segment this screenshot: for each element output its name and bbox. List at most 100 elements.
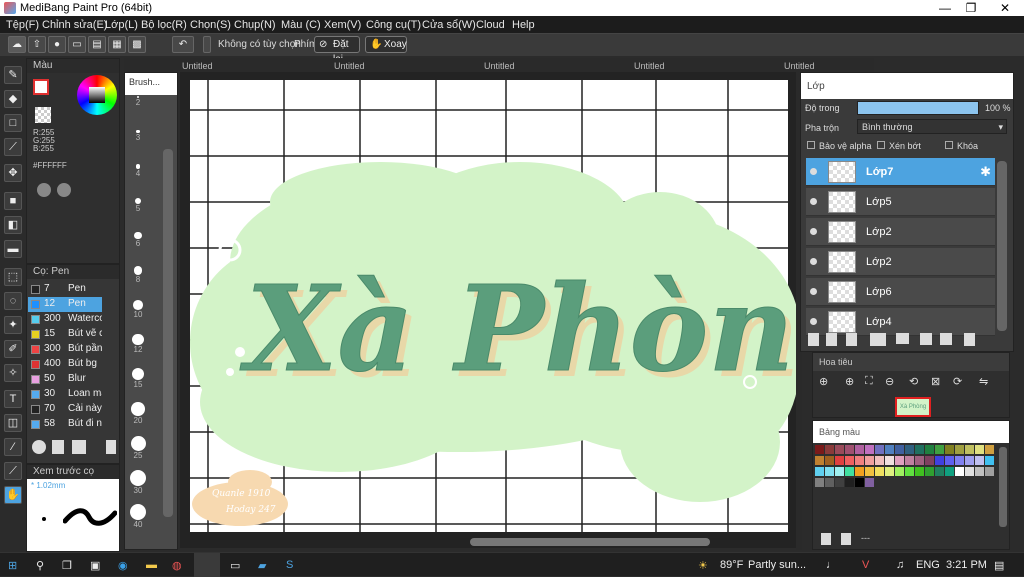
select-eraser-icon[interactable]: ✧ <box>4 364 22 382</box>
visibility-icon[interactable] <box>810 318 817 325</box>
panel-tool-icon[interactable]: ◫ <box>4 414 22 432</box>
tiles-icon[interactable]: ▩ <box>128 36 146 53</box>
maximize-button[interactable]: ❐ <box>956 0 986 16</box>
palette-swatch[interactable] <box>925 467 934 476</box>
volume-icon[interactable]: ♫ <box>896 559 904 571</box>
canvas-drawing[interactable]: Xà Phòng Xà Phòng Quanle 1910 Hoday 247 <box>180 72 800 548</box>
palette-swatch[interactable] <box>945 467 954 476</box>
zoom-in-icon[interactable]: ⊕ <box>819 375 828 388</box>
palette-swatch[interactable] <box>905 445 914 454</box>
menu-cloud[interactable]: Cloud <box>476 19 505 31</box>
opacity-slider[interactable] <box>857 101 979 115</box>
palette-swatch[interactable] <box>825 478 834 487</box>
palette-swatch[interactable] <box>915 467 924 476</box>
edge-icon[interactable]: ◉ <box>118 559 128 572</box>
palette-swatch[interactable] <box>965 456 974 465</box>
rotate-button[interactable]: ✋ Xoay <box>365 36 407 53</box>
palette-swatch[interactable] <box>905 456 914 465</box>
palette-scrollbar[interactable] <box>999 447 1007 527</box>
layer-add-menu-icon[interactable] <box>870 333 886 346</box>
grid-icon[interactable]: ▦ <box>108 36 126 53</box>
blend-mode-select[interactable]: Bình thường ▾ <box>857 119 1007 134</box>
reset-button[interactable]: ⊘Đặt lại <box>314 36 360 65</box>
layer-row[interactable]: Lớp2 <box>806 248 995 276</box>
undo-icon[interactable]: ↶ <box>172 36 194 53</box>
brush-item[interactable]: 50 Blur <box>28 372 102 387</box>
brush-size-option[interactable]: 15 <box>126 368 150 389</box>
skype-icon[interactable]: S <box>286 559 293 571</box>
palette-swatch[interactable] <box>975 445 984 454</box>
merge-layer-icon[interactable] <box>940 333 952 345</box>
menu-view[interactable]: Xem(V) <box>324 19 361 31</box>
hand-tool-icon[interactable]: ✋ <box>4 486 22 504</box>
primary-color-swatch[interactable] <box>33 79 49 95</box>
brush-size-option[interactable]: 4 <box>126 164 150 178</box>
upload-icon[interactable]: ⇧ <box>28 36 46 53</box>
search-icon[interactable]: ⚲ <box>36 559 44 572</box>
close-button[interactable]: ✕ <box>990 0 1020 16</box>
brush-item[interactable]: 30Loan mà <box>28 387 102 402</box>
palette-swatch[interactable] <box>865 445 874 454</box>
brush-tool-icon[interactable]: ⟋ <box>4 138 22 156</box>
palette-swatch[interactable] <box>955 445 964 454</box>
brush-size-option[interactable]: 10 <box>126 300 150 319</box>
palette-swatch[interactable] <box>975 467 984 476</box>
select-rect-icon[interactable]: ⬚ <box>4 268 22 286</box>
palette-swatch[interactable] <box>905 467 914 476</box>
palette-swatch[interactable] <box>815 456 824 465</box>
brush-item[interactable]: 300 Waterco <box>28 312 102 327</box>
palette-swatch[interactable] <box>955 456 964 465</box>
brush-size-option[interactable]: 5 <box>126 198 150 213</box>
menu-capture[interactable]: Chụp(N) <box>234 19 276 31</box>
brush-size-option[interactable]: 2 <box>126 96 150 107</box>
clock[interactable]: 3:21 PM <box>946 559 987 571</box>
palette-swatch[interactable] <box>985 467 994 476</box>
palette-swatch[interactable] <box>985 456 994 465</box>
brush-size-option[interactable]: 3 <box>126 130 150 142</box>
trash-icon[interactable] <box>964 333 975 346</box>
palette-swatch[interactable] <box>825 467 834 476</box>
palette-swatch[interactable] <box>885 456 894 465</box>
gradient-tool-icon[interactable]: ▬ <box>4 240 22 258</box>
menu-window[interactable]: Cửa sổ(W) <box>422 19 476 31</box>
visibility-icon[interactable] <box>810 228 817 235</box>
palette-swatch[interactable] <box>815 467 824 476</box>
zoom-in-2-icon[interactable]: ⊕ <box>845 375 854 388</box>
reset-view-icon[interactable]: ⊠ <box>931 375 940 388</box>
menu-filter[interactable]: Bộ lọc(R) <box>141 19 187 31</box>
visibility-icon[interactable] <box>810 288 817 295</box>
folder-icon[interactable] <box>896 333 909 344</box>
palette-swatch[interactable] <box>815 445 824 454</box>
brush-item[interactable]: 300 Bút pần <box>28 342 102 357</box>
palette-swatch[interactable] <box>845 467 854 476</box>
transparent-swatch[interactable] <box>35 107 51 123</box>
palette-swatch[interactable] <box>975 456 984 465</box>
tab-2[interactable]: Untitled <box>334 61 365 71</box>
medibang-task-button[interactable] <box>194 553 220 577</box>
eyedropper-icon[interactable]: ⁄ <box>4 438 22 456</box>
palette-swatch[interactable] <box>875 456 884 465</box>
palette-swatch[interactable] <box>835 456 844 465</box>
flip-icon[interactable]: ⇋ <box>979 375 988 388</box>
navigator-thumbnail[interactable]: Xà Phòng <box>895 397 931 417</box>
rotate-right-icon[interactable]: ⟳ <box>953 375 962 388</box>
palette-swatch[interactable] <box>915 445 924 454</box>
brush-size-option[interactable]: 6 <box>126 232 150 248</box>
brush-size-option[interactable]: 20 <box>126 402 150 425</box>
menu-color[interactable]: Màu (C) <box>281 19 321 31</box>
store-icon[interactable]: ▣ <box>90 559 100 572</box>
palette-swatch[interactable] <box>885 445 894 454</box>
brush-size-scrollbar[interactable] <box>163 149 173 517</box>
clipping-checkbox[interactable]: Xén bớt <box>877 141 921 151</box>
palette-swatch[interactable] <box>825 456 834 465</box>
palette-swatch[interactable] <box>925 445 934 454</box>
menu-select[interactable]: Chọn(S) <box>190 19 231 31</box>
chrome-icon[interactable]: ◍ <box>172 559 182 572</box>
palette-swatch[interactable] <box>985 445 994 454</box>
palette-swatch[interactable] <box>845 478 854 487</box>
palette-swatch[interactable] <box>925 456 934 465</box>
new-layer-3-icon[interactable] <box>846 333 857 346</box>
palette-swatch[interactable] <box>855 445 864 454</box>
delete-brush-icon[interactable] <box>106 440 116 454</box>
palette-swatch[interactable] <box>845 445 854 454</box>
